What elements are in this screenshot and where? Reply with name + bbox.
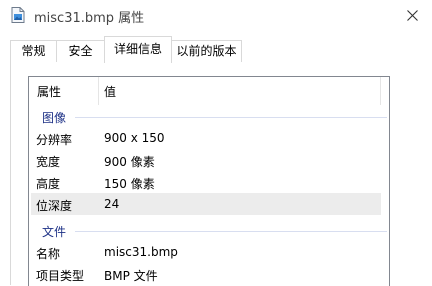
column-header-value[interactable]: 值	[104, 83, 116, 100]
tab-previous-versions[interactable]: 以前的版本	[171, 40, 242, 62]
property-row[interactable]: 名称 misc31.bmp	[31, 241, 381, 263]
section-title: 文件	[42, 225, 67, 239]
property-row[interactable]: 宽度 900 像素	[31, 149, 381, 171]
property-row[interactable]: 项目类型 BMP 文件	[31, 263, 381, 285]
property-label: 项目类型	[36, 269, 85, 283]
property-label: 高度	[36, 177, 61, 191]
property-row[interactable]: 分辨率 900 x 150	[31, 127, 381, 149]
column-divider[interactable]	[98, 77, 99, 105]
property-label: 位深度	[36, 199, 73, 213]
close-button[interactable]	[392, 0, 432, 32]
bitmap-file-icon	[11, 7, 25, 23]
tab-strip: 常规 安全 详细信息 以前的版本	[0, 35, 432, 63]
column-divider[interactable]	[380, 77, 381, 105]
window-title: misc31.bmp 属性	[34, 11, 145, 26]
section-divider	[75, 117, 387, 118]
property-value: 900 x 150	[104, 131, 165, 145]
close-icon	[407, 10, 418, 21]
title-bar: misc31.bmp 属性	[0, 0, 432, 32]
section-divider	[75, 231, 387, 232]
property-value: 24	[104, 197, 120, 211]
property-row-selected[interactable]: 位深度 24	[31, 193, 381, 215]
tab-security[interactable]: 安全	[56, 40, 105, 62]
list-header: 属性 值	[29, 77, 389, 107]
tab-general[interactable]: 常规	[10, 40, 57, 62]
property-label: 名称	[36, 247, 61, 261]
property-label: 分辨率	[36, 133, 73, 147]
section-title: 图像	[42, 111, 67, 125]
tab-details[interactable]: 详细信息	[104, 36, 172, 63]
property-label: 宽度	[36, 155, 61, 169]
section-header-image: 图像	[29, 107, 389, 127]
property-value: BMP 文件	[104, 269, 158, 283]
property-value: 150 像素	[104, 177, 155, 191]
property-value: misc31.bmp	[104, 245, 178, 259]
column-header-property[interactable]: 属性	[37, 83, 61, 100]
section-header-file: 文件	[29, 221, 389, 241]
property-row[interactable]: 高度 150 像素	[31, 171, 381, 193]
property-value: 900 像素	[104, 155, 155, 169]
details-list[interactable]: 属性 值 图像 分辨率 900 x 150 宽度 900 像素 高度 150 像…	[28, 76, 390, 286]
